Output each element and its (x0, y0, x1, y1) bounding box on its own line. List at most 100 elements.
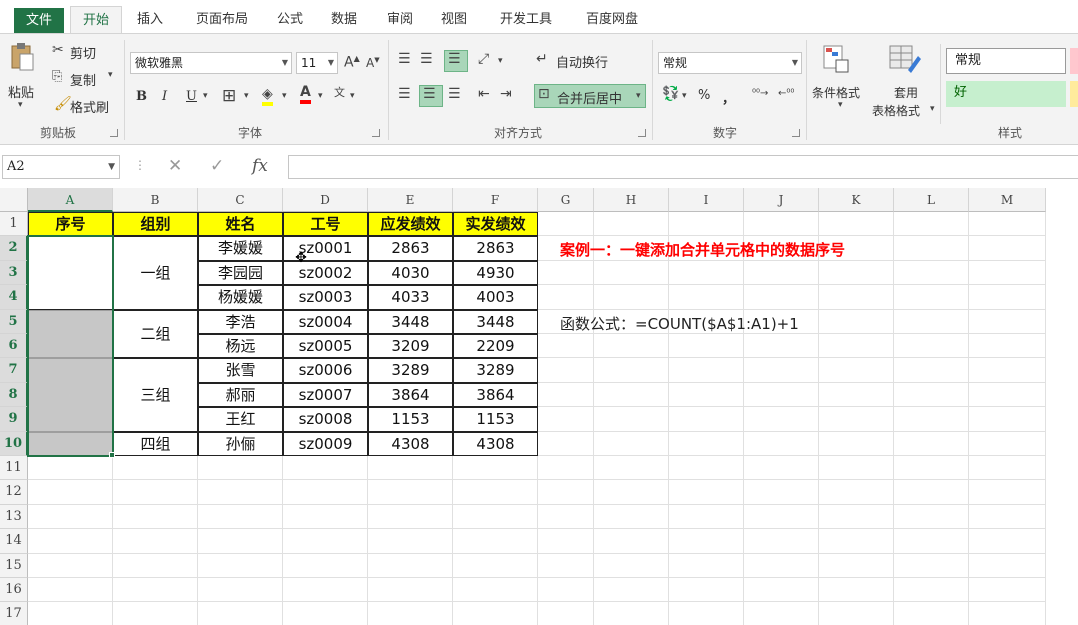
name-cell[interactable]: 李媛媛 (198, 236, 283, 261)
tab-home[interactable]: 开始 (70, 6, 122, 34)
tab-file[interactable]: 文件 (14, 8, 64, 34)
actual-bonus-cell[interactable]: 1153 (453, 407, 538, 432)
align-left-icon[interactable]: ☰ (398, 86, 411, 102)
increase-decimal-icon[interactable]: ⁰⁰→ (752, 88, 768, 99)
formula-input[interactable] (288, 155, 1078, 179)
column-header-d[interactable]: D (283, 188, 368, 212)
font-size-select[interactable]: 11 ▼ (296, 52, 338, 74)
underline-button[interactable]: U (186, 89, 197, 104)
row-header-3[interactable]: 3 (0, 260, 28, 286)
chevron-down-icon[interactable]: ▼ (108, 156, 115, 178)
row-header-12[interactable]: 12 (0, 480, 28, 505)
orientation-dropdown-icon[interactable]: ▾ (498, 56, 503, 66)
enter-icon[interactable]: ✓ (210, 156, 224, 176)
row-header-10[interactable]: 10 (0, 431, 28, 456)
column-header-i[interactable]: I (669, 188, 744, 212)
cut-button[interactable]: 剪切 (70, 43, 96, 62)
table-header-cell[interactable]: 序号 (28, 212, 113, 237)
fill-color-dropdown-icon[interactable]: ▾ (282, 91, 287, 101)
row-header-1[interactable]: 1 (0, 212, 28, 237)
column-header-e[interactable]: E (368, 188, 453, 212)
style-good-button[interactable]: 好 (946, 81, 1066, 107)
actual-bonus-cell[interactable]: 3289 (453, 358, 538, 383)
payable-bonus-cell[interactable]: 1153 (368, 407, 453, 432)
column-header-b[interactable]: B (113, 188, 198, 212)
paste-button[interactable]: 粘贴 (8, 82, 34, 101)
font-color-icon[interactable]: A (300, 84, 311, 104)
payable-bonus-cell[interactable]: 4030 (368, 260, 453, 286)
tab-data[interactable]: 数据 (322, 6, 366, 34)
fill-color-icon[interactable]: ◈ (262, 86, 273, 106)
column-header-j[interactable]: J (744, 188, 819, 212)
name-cell[interactable]: 王红 (198, 407, 283, 432)
decrease-decimal-icon[interactable]: ←⁰⁰ (778, 88, 794, 99)
tab-developer[interactable]: 开发工具 (488, 6, 564, 34)
conditional-format-button[interactable]: 条件格式 (812, 84, 860, 101)
column-header-k[interactable]: K (819, 188, 894, 212)
copy-button[interactable]: 复制 (70, 70, 96, 89)
copy-dropdown-icon[interactable]: ▾ (108, 70, 113, 80)
alignment-launcher-icon[interactable] (638, 129, 646, 137)
row-header-15[interactable]: 15 (0, 553, 28, 578)
tab-view[interactable]: 视图 (432, 6, 476, 34)
align-middle-icon[interactable]: ☰ (420, 51, 433, 67)
merged-group-cell[interactable]: 一组 (113, 236, 198, 310)
increase-font-icon[interactable]: A▲ (344, 54, 360, 71)
wrap-text-button[interactable]: 自动换行 (556, 52, 608, 71)
name-cell[interactable]: 杨媛媛 (198, 285, 283, 310)
tab-page-layout[interactable]: 页面布局 (184, 6, 260, 34)
row-header-17[interactable]: 17 (0, 602, 28, 625)
tab-baidu-netdisk[interactable]: 百度网盘 (574, 6, 650, 34)
align-right-icon[interactable]: ☰ (448, 86, 461, 102)
format-as-table-line1[interactable]: 套用 (894, 84, 918, 101)
format-as-table-icon[interactable] (888, 44, 922, 78)
employee-id-cell[interactable]: sz0004 (283, 309, 368, 334)
increase-indent-icon[interactable]: ⇥ (500, 86, 512, 102)
table-header-cell[interactable]: 工号 (283, 212, 368, 237)
format-painter-button[interactable]: 格式刷 (70, 97, 109, 116)
percent-button[interactable]: % (698, 88, 710, 103)
row-header-14[interactable]: 14 (0, 529, 28, 554)
column-header-c[interactable]: C (198, 188, 283, 212)
employee-id-cell[interactable]: sz0006 (283, 358, 368, 383)
align-top-icon[interactable]: ☰ (398, 51, 411, 67)
clipboard-launcher-icon[interactable] (110, 129, 118, 137)
payable-bonus-cell[interactable]: 3864 (368, 382, 453, 408)
actual-bonus-cell[interactable]: 3448 (453, 309, 538, 334)
merged-group-cell[interactable]: 二组 (113, 309, 198, 359)
format-as-table-line2[interactable]: 表格格式 (872, 102, 920, 119)
column-header-h[interactable]: H (594, 188, 669, 212)
column-header-f[interactable]: F (453, 188, 538, 212)
employee-id-cell[interactable]: sz0008 (283, 407, 368, 432)
bold-button[interactable]: B (136, 89, 147, 104)
row-header-5[interactable]: 5 (0, 309, 28, 334)
copy-icon[interactable]: ⎘ (52, 69, 62, 84)
row-header-8[interactable]: 8 (0, 382, 28, 408)
employee-id-cell[interactable]: sz0005 (283, 334, 368, 359)
borders-dropdown-icon[interactable]: ▾ (244, 91, 249, 101)
employee-id-cell[interactable]: sz0009 (283, 431, 368, 456)
table-header-cell[interactable]: 应发绩效 (368, 212, 453, 237)
format-as-table-dropdown-icon[interactable]: ▾ (930, 104, 935, 114)
actual-bonus-cell[interactable]: 4930 (453, 260, 538, 286)
row-header-6[interactable]: 6 (0, 334, 28, 359)
row-header-4[interactable]: 4 (0, 285, 28, 310)
tab-formulas[interactable]: 公式 (268, 6, 312, 34)
row-header-13[interactable]: 13 (0, 504, 28, 530)
column-header-a[interactable]: A (28, 188, 113, 212)
italic-button[interactable]: I (162, 89, 167, 104)
name-box[interactable]: A2 ▼ (2, 155, 120, 179)
row-header-7[interactable]: 7 (0, 358, 28, 383)
table-header-cell[interactable]: 姓名 (198, 212, 283, 237)
table-header-cell[interactable]: 组别 (113, 212, 198, 237)
conditional-format-dropdown-icon[interactable]: ▾ (838, 100, 843, 110)
cut-icon[interactable]: ✂ (52, 42, 64, 58)
fill-handle[interactable] (109, 452, 115, 458)
column-header-m[interactable]: M (969, 188, 1046, 212)
tab-insert[interactable]: 插入 (128, 6, 172, 34)
decrease-font-icon[interactable]: A▼ (366, 56, 380, 70)
merged-group-cell[interactable]: 四组 (113, 431, 198, 456)
phonetic-icon[interactable]: 文 (334, 84, 345, 100)
font-launcher-icon[interactable] (372, 129, 380, 137)
style-bad-button[interactable] (1070, 48, 1078, 74)
